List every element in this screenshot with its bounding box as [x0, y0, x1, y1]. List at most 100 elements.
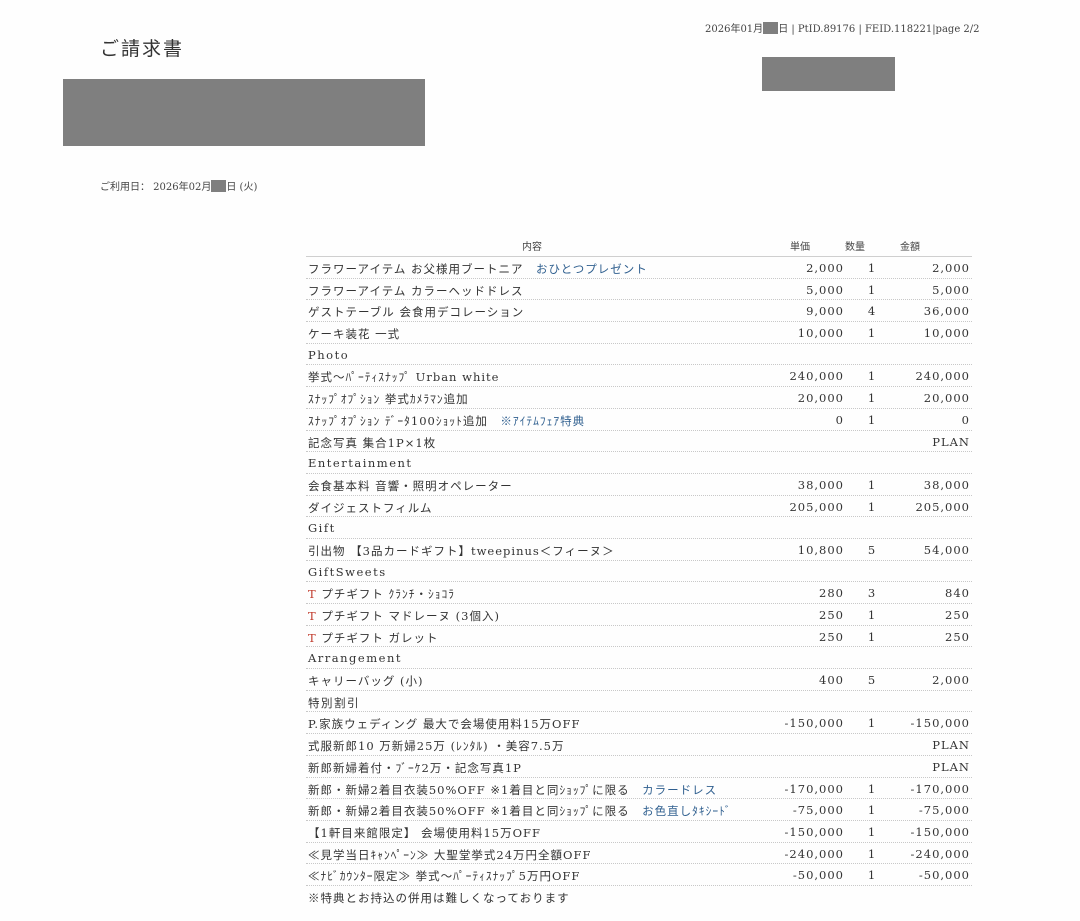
table-row: ダイジェストフィルム 205,000 1 205,000 [306, 496, 972, 518]
quantity: 1 [867, 846, 877, 861]
item-description: 挙式〜ﾊﾟｰﾃｨｽﾅｯﾌﾟ Urban white [308, 370, 500, 385]
item-description: ケーキ装花 一式 [308, 327, 401, 342]
item-description-cell: ｽﾅｯﾌﾟｵﾌﾟｼｮﾝ 挙式ｶﾒﾗﾏﾝ追加 [308, 391, 469, 407]
section-row: Entertainment [306, 452, 972, 474]
item-description-cell: 引出物 【3品カードギフト】tweepinus＜フィーヌ＞ [308, 543, 615, 559]
redacted-day [763, 22, 779, 34]
unit-price: -50,000 [792, 868, 844, 883]
table-row: キャリーバッグ (小) 400 5 2,000 [306, 669, 972, 691]
section-label: 特別割引 [308, 695, 360, 710]
item-description-cell: 【1軒目来館限定】 会場使用料15万OFF [308, 825, 541, 841]
table-body: フラワーアイテム お父様用ブートニア おひとつプレゼント 2,000 1 2,000 フ… [306, 257, 972, 886]
amount: 2,000 [932, 673, 970, 688]
amount: 205,000 [915, 499, 970, 514]
unit-price: 9,000 [806, 304, 844, 319]
item-description-cell: 新郎・新婦2着目衣装50%OFF ※1着目と同ｼｮｯﾌﾟに限る お色直しﾀｷｼｰ… [308, 803, 732, 819]
unit-price: 280 [819, 586, 844, 601]
item-description: プチギフト マドレーヌ (3個入) [321, 609, 500, 623]
table-row: 挙式〜ﾊﾟｰﾃｨｽﾅｯﾌﾟ Urban white 240,000 1 240,000 [306, 365, 972, 388]
table-row: ケーキ装花 一式 10,000 1 10,000 [306, 322, 972, 344]
item-description: ≪ﾅﾋﾞｶｳﾝﾀｰ限定≫ 挙式〜ﾊﾟｰﾃｨｽﾅｯﾌﾟ5万円OFF [308, 869, 581, 884]
item-description: 引出物 【3品カードギフト】tweepinus＜フィーヌ＞ [308, 543, 615, 558]
item-description-cell: 記念写真 集合1P×1枚 [308, 435, 436, 451]
amount: 250 [945, 629, 970, 644]
usage-date-prefix: ご利用日： 2026年02月 [100, 182, 212, 193]
item-description: ダイジェストフィルム [308, 500, 433, 515]
section-label: Entertainment [308, 456, 413, 471]
header-unit-price: 単価 [790, 242, 810, 253]
unit-price: -75,000 [792, 803, 844, 818]
item-description-cell: T プチギフト ガレット [308, 630, 438, 646]
unit-price: 400 [819, 673, 844, 688]
table-row: ≪ﾅﾋﾞｶｳﾝﾀｰ限定≫ 挙式〜ﾊﾟｰﾃｨｽﾅｯﾌﾟ5万円OFF -50,000 1… [306, 864, 972, 886]
quantity: 1 [867, 477, 877, 492]
table-row: 記念写真 集合1P×1枚 PLAN [306, 431, 972, 453]
amount: 0 [961, 412, 970, 427]
amount: 240,000 [915, 369, 970, 384]
quantity: 5 [867, 542, 877, 557]
item-mark: T [308, 609, 317, 623]
table-row: フラワーアイテム お父様用ブートニア おひとつプレゼント 2,000 1 2,000 [306, 257, 972, 279]
section-row: Arrangement [306, 647, 972, 670]
item-note: ※ｱｲﾃﾑﾌｪｱ特典 [500, 413, 586, 428]
unit-price: -150,000 [784, 824, 844, 839]
table-header: 内容 単価 数量 金額 [306, 236, 972, 257]
item-description-cell: 会食基本料 音響・照明オペレーター [308, 478, 513, 494]
header-meta: 2026年01月 日 | PtID.89176 | FEID.118221|pag… [705, 20, 980, 35]
item-description: フラワーアイテム カラーヘッドドレス [308, 283, 524, 298]
amount: 38,000 [923, 477, 970, 492]
quantity: 1 [867, 629, 877, 644]
unit-price: 250 [819, 608, 844, 622]
unit-price: 10,000 [797, 326, 844, 341]
item-description-cell: ケーキ装花 一式 [308, 326, 400, 342]
unit-price: 38,000 [797, 477, 844, 492]
amount: 54,000 [923, 542, 970, 557]
quantity: 1 [867, 326, 877, 341]
table-row: フラワーアイテム カラーヘッドドレス 5,000 1 5,000 [306, 279, 972, 301]
quantity: 1 [867, 608, 877, 622]
quantity: 1 [867, 716, 877, 731]
amount: 5,000 [932, 282, 970, 297]
amount: -150,000 [910, 716, 970, 731]
item-description: 新郎新婦着付・ﾌﾞｰｹ2万・記念写真1P [308, 760, 522, 775]
item-description-cell: P.家族ウェディング 最大で会場使用料15万OFF [308, 716, 580, 732]
item-description: 新郎・新婦2着目衣装50%OFF ※1着目と同ｼｮｯﾌﾟに限る [308, 782, 630, 797]
document-title: ご請求書 [100, 38, 185, 60]
item-description: 記念写真 集合1P×1枚 [308, 435, 437, 450]
table-row: 新郎・新婦2着目衣装50%OFF ※1着目と同ｼｮｯﾌﾟに限る お色直しﾀｷｼｰ… [306, 799, 972, 821]
unit-price: -170,000 [784, 781, 844, 796]
header-meta-suffix: 日 | PtID.89176 | FEID.118221|page 2/2 [778, 24, 980, 35]
item-description-cell: ≪見学当日ｷｬﾝﾍﾟｰﾝ≫ 大聖堂挙式24万円全額OFF [308, 847, 591, 863]
quantity: 1 [867, 499, 877, 514]
item-description-cell: 挙式〜ﾊﾟｰﾃｨｽﾅｯﾌﾟ Urban white [308, 369, 499, 385]
usage-date-suffix: 日 (火) [226, 182, 258, 193]
quantity: 3 [867, 586, 877, 601]
quantity: 5 [867, 673, 877, 688]
amount: -50,000 [918, 868, 970, 883]
table-row: 【1軒目来館限定】 会場使用料15万OFF -150,000 1 -150,000 [306, 821, 972, 843]
footer-note-text: ※特典とお持込の併用は難しくなっております [308, 890, 570, 905]
table-row: T プチギフト マドレーヌ (3個入) 250 1 250 [306, 604, 972, 626]
table-row: ｽﾅｯﾌﾟｵﾌﾟｼｮﾝ ﾃﾞｰﾀ100ｼｮｯﾄ追加 ※ｱｲﾃﾑﾌｪｱ特典 0 1 0 [306, 409, 972, 431]
item-description-cell: ゲストテーブル 会食用デコレーション [308, 304, 524, 320]
table-row: ｽﾅｯﾌﾟｵﾌﾟｼｮﾝ 挙式ｶﾒﾗﾏﾝ追加 20,000 1 20,000 [306, 387, 972, 409]
item-description-cell: フラワーアイテム カラーヘッドドレス [308, 283, 524, 299]
unit-price: 10,800 [797, 542, 844, 557]
section-label: GiftSweets [308, 564, 387, 579]
unit-price: -240,000 [784, 846, 844, 861]
item-description-cell: T プチギフト ｸﾗﾝﾁ・ｼｮｺﾗ [308, 586, 455, 602]
unit-price: 250 [819, 629, 844, 644]
section-row: Gift [306, 517, 972, 539]
item-description-cell: 新郎・新婦2着目衣装50%OFF ※1着目と同ｼｮｯﾌﾟに限る カラードレス [308, 782, 717, 798]
unit-price: 240,000 [789, 369, 844, 384]
quantity: 1 [867, 391, 877, 406]
quantity: 1 [867, 803, 877, 818]
table-row: ゲストテーブル 会食用デコレーション 9,000 4 36,000 [306, 300, 972, 323]
quantity: 1 [867, 781, 877, 796]
item-description-cell: フラワーアイテム お父様用ブートニア おひとつプレゼント [308, 261, 648, 277]
item-description: 新郎・新婦2着目衣装50%OFF ※1着目と同ｼｮｯﾌﾟに限る [308, 804, 630, 819]
amount: PLAN [932, 434, 970, 449]
invoice-table: 内容 単価 数量 金額 フラワーアイテム お父様用ブートニア おひとつプレゼント… [306, 236, 972, 906]
unit-price: 205,000 [789, 499, 844, 514]
usage-date: ご利用日： 2026年02月 日 (火) [100, 178, 257, 193]
